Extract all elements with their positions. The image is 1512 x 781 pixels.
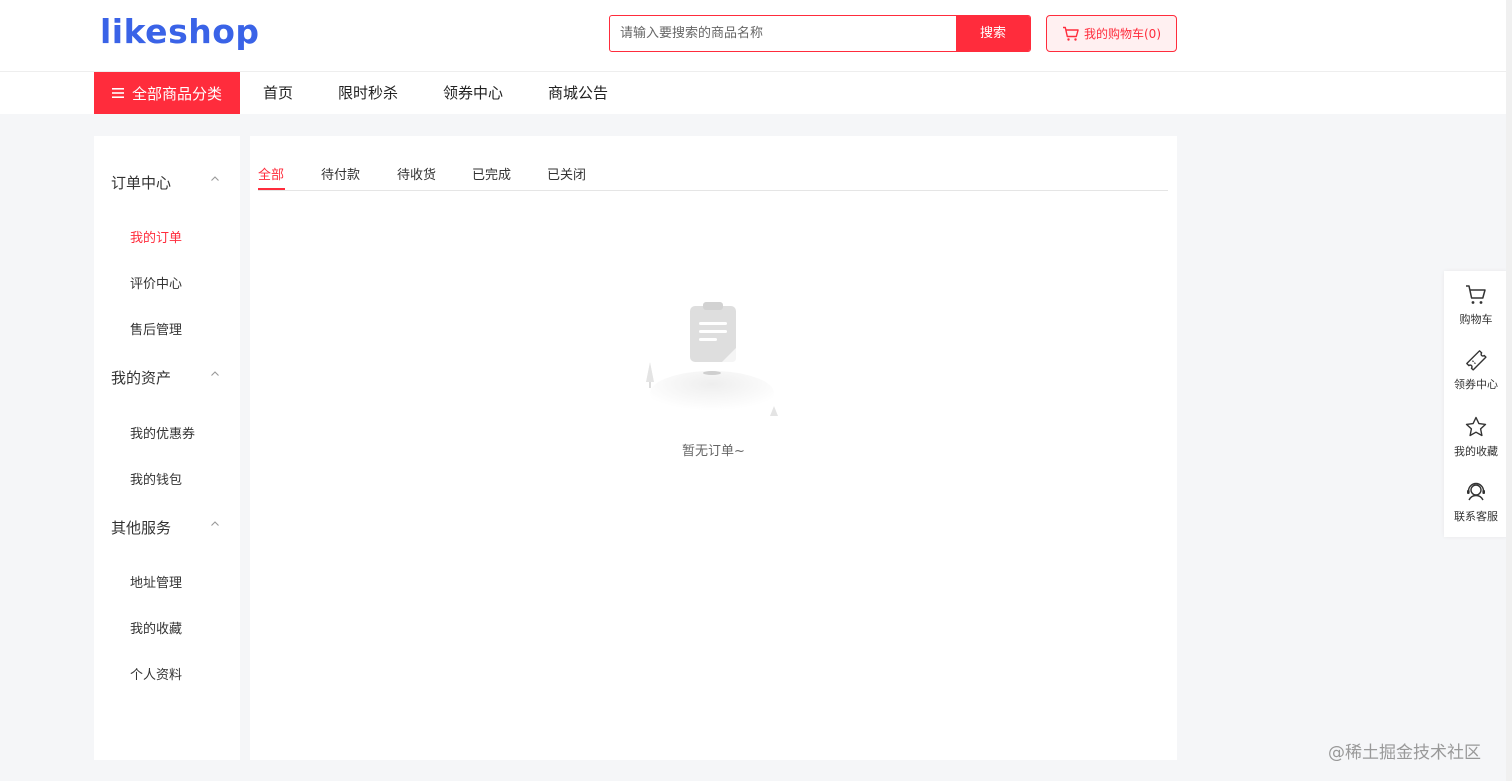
logo[interactable]: likeshop (100, 12, 260, 51)
nav-item-flash-sale[interactable]: 限时秒杀 (338, 72, 398, 114)
cart-label: 我的购物车(0) (1084, 27, 1161, 41)
cart-icon (1466, 285, 1486, 304)
sidebar-item-my-coupons[interactable]: 我的优惠券 (130, 423, 195, 442)
float-coupon-button[interactable]: 领券中心 (1444, 348, 1508, 392)
empty-orders-illustration (646, 302, 778, 416)
watermark: @稀土掘金技术社区 (1328, 743, 1481, 763)
float-support-label: 联系客服 (1454, 510, 1498, 523)
nav-item-home[interactable]: 首页 (263, 72, 293, 114)
float-cart-button[interactable]: 购物车 (1444, 283, 1508, 327)
tab-pending-payment[interactable]: 待付款 (321, 164, 360, 183)
search-box: 搜索 (609, 15, 1031, 52)
sidebar-item-my-orders[interactable]: 我的订单 (130, 227, 182, 246)
tab-all[interactable]: 全部 (258, 164, 284, 183)
chevron-up-icon[interactable] (210, 369, 220, 379)
empty-orders-text: 暂无订单~ (682, 444, 745, 459)
cart-icon (1063, 26, 1079, 41)
nav-item-coupon-center[interactable]: 领券中心 (443, 72, 503, 114)
active-tab-indicator (258, 188, 285, 190)
tab-closed[interactable]: 已关闭 (547, 164, 586, 183)
float-favorites-label: 我的收藏 (1454, 445, 1498, 458)
tab-completed[interactable]: 已完成 (472, 164, 511, 183)
menu-icon (111, 88, 124, 98)
sidebar-group-my-assets[interactable]: 我的资产 (111, 367, 171, 388)
main-nav: 全部商品分类 首页 限时秒杀 领券中心 商城公告 (0, 72, 1512, 114)
page-scrollbar[interactable] (1506, 0, 1512, 781)
order-tabs: 全部 待付款 待收货 已完成 已关闭 (258, 160, 1168, 191)
sidebar-item-favorites[interactable]: 我的收藏 (130, 618, 182, 637)
star-icon (1465, 416, 1487, 437)
float-coupon-label: 领券中心 (1454, 378, 1498, 391)
sidebar: 订单中心 我的订单 评价中心 售后管理 我的资产 我的优惠券 我的钱包 其他服务… (94, 136, 240, 760)
sidebar-group-other-services[interactable]: 其他服务 (111, 517, 171, 538)
my-cart-button[interactable]: 我的购物车(0) (1046, 15, 1177, 52)
header: likeshop 搜索 我的购物车(0) (0, 0, 1512, 72)
nav-item-announcements[interactable]: 商城公告 (548, 72, 608, 114)
orders-panel: 全部 待付款 待收货 已完成 已关闭 暂无订单~ (250, 136, 1177, 760)
sidebar-group-order-center[interactable]: 订单中心 (111, 172, 171, 193)
floating-toolbar: 购物车 领券中心 我的收藏 联系客服 (1444, 271, 1508, 537)
float-support-button[interactable]: 联系客服 (1444, 480, 1508, 524)
sidebar-item-reviews[interactable]: 评价中心 (130, 273, 182, 292)
all-categories-label: 全部商品分类 (131, 84, 222, 103)
search-button[interactable]: 搜索 (956, 16, 1030, 51)
sidebar-item-profile[interactable]: 个人资料 (130, 664, 182, 683)
chevron-up-icon[interactable] (210, 174, 220, 184)
all-categories-button[interactable]: 全部商品分类 (94, 72, 240, 114)
float-cart-label: 购物车 (1459, 313, 1493, 326)
headset-icon (1467, 482, 1485, 501)
ticket-icon (1466, 350, 1487, 371)
sidebar-item-my-wallet[interactable]: 我的钱包 (130, 469, 182, 488)
chevron-up-icon[interactable] (210, 519, 220, 529)
sidebar-item-after-sales[interactable]: 售后管理 (130, 319, 182, 338)
tab-pending-receipt[interactable]: 待收货 (397, 164, 436, 183)
float-favorites-button[interactable]: 我的收藏 (1444, 415, 1508, 459)
search-input[interactable] (610, 16, 956, 51)
sidebar-item-addresses[interactable]: 地址管理 (130, 572, 182, 591)
